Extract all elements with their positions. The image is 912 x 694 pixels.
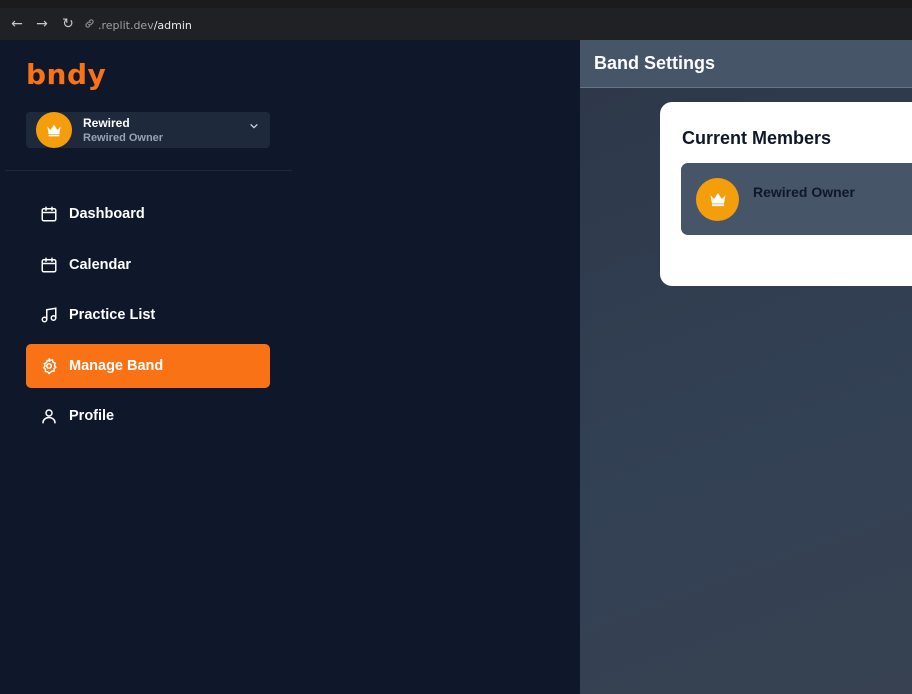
url-path: /admin <box>153 18 192 32</box>
members-card-title: Current Members <box>682 128 832 148</box>
crown-icon <box>36 112 72 148</box>
sidebar-item-dashboard[interactable]: Dashboard <box>26 192 270 236</box>
calendar-icon <box>40 256 58 274</box>
sidebar-item-manage-band[interactable]: Manage Band <box>26 343 270 388</box>
member-name: Rewired Owner <box>753 184 855 200</box>
address-bar[interactable]: .replit.dev/admin <box>84 16 192 34</box>
chevron-down-icon <box>249 121 259 134</box>
band-switcher[interactable]: Rewired Rewired Owner <box>26 112 270 148</box>
page-title: Band Settings <box>594 53 716 73</box>
sidebar-item-profile[interactable]: Profile <box>26 394 270 438</box>
forward-arrow-icon[interactable]: → <box>33 15 51 33</box>
url-host: .replit.dev <box>98 18 154 32</box>
sidebar-item-label: Manage Band <box>69 357 164 374</box>
sidebar-item-label: Profile <box>69 408 115 424</box>
sidebar-item-label: Practice List <box>69 307 156 323</box>
reload-icon[interactable]: ↻ <box>59 15 77 33</box>
sidebar-item-practice-list[interactable]: Practice List <box>26 293 270 337</box>
content-backdrop <box>292 40 580 694</box>
user-icon <box>40 407 58 425</box>
gear-icon <box>40 357 58 375</box>
music-note-icon <box>40 306 58 324</box>
sidebar: bndy Rewired Rewired Owner Dashboard Cal… <box>5 40 292 694</box>
browser-toolbar: ← → ↻ .replit.dev/admin <box>0 0 912 40</box>
calendar-icon <box>40 205 58 223</box>
member-row[interactable]: Rewired Owner <box>681 163 912 235</box>
sidebar-nav: Dashboard Calendar Practice List Manage … <box>26 192 270 445</box>
main-panel: Band Settings Current Members Rewired Ow… <box>580 40 912 694</box>
link-icon <box>84 18 95 32</box>
members-card: Current Members Rewired Owner <box>660 102 912 286</box>
sidebar-item-label: Calendar <box>69 256 132 273</box>
page-header: Band Settings <box>580 40 912 88</box>
sidebar-item-calendar[interactable]: Calendar <box>26 243 270 287</box>
crown-icon <box>696 178 739 221</box>
sidebar-divider <box>5 170 292 171</box>
sidebar-item-label: Dashboard <box>69 206 145 222</box>
band-name: Rewired <box>83 116 130 130</box>
back-arrow-icon[interactable]: ← <box>8 15 26 33</box>
band-role: Rewired Owner <box>83 132 164 144</box>
app-logo[interactable]: bndy <box>26 58 106 91</box>
